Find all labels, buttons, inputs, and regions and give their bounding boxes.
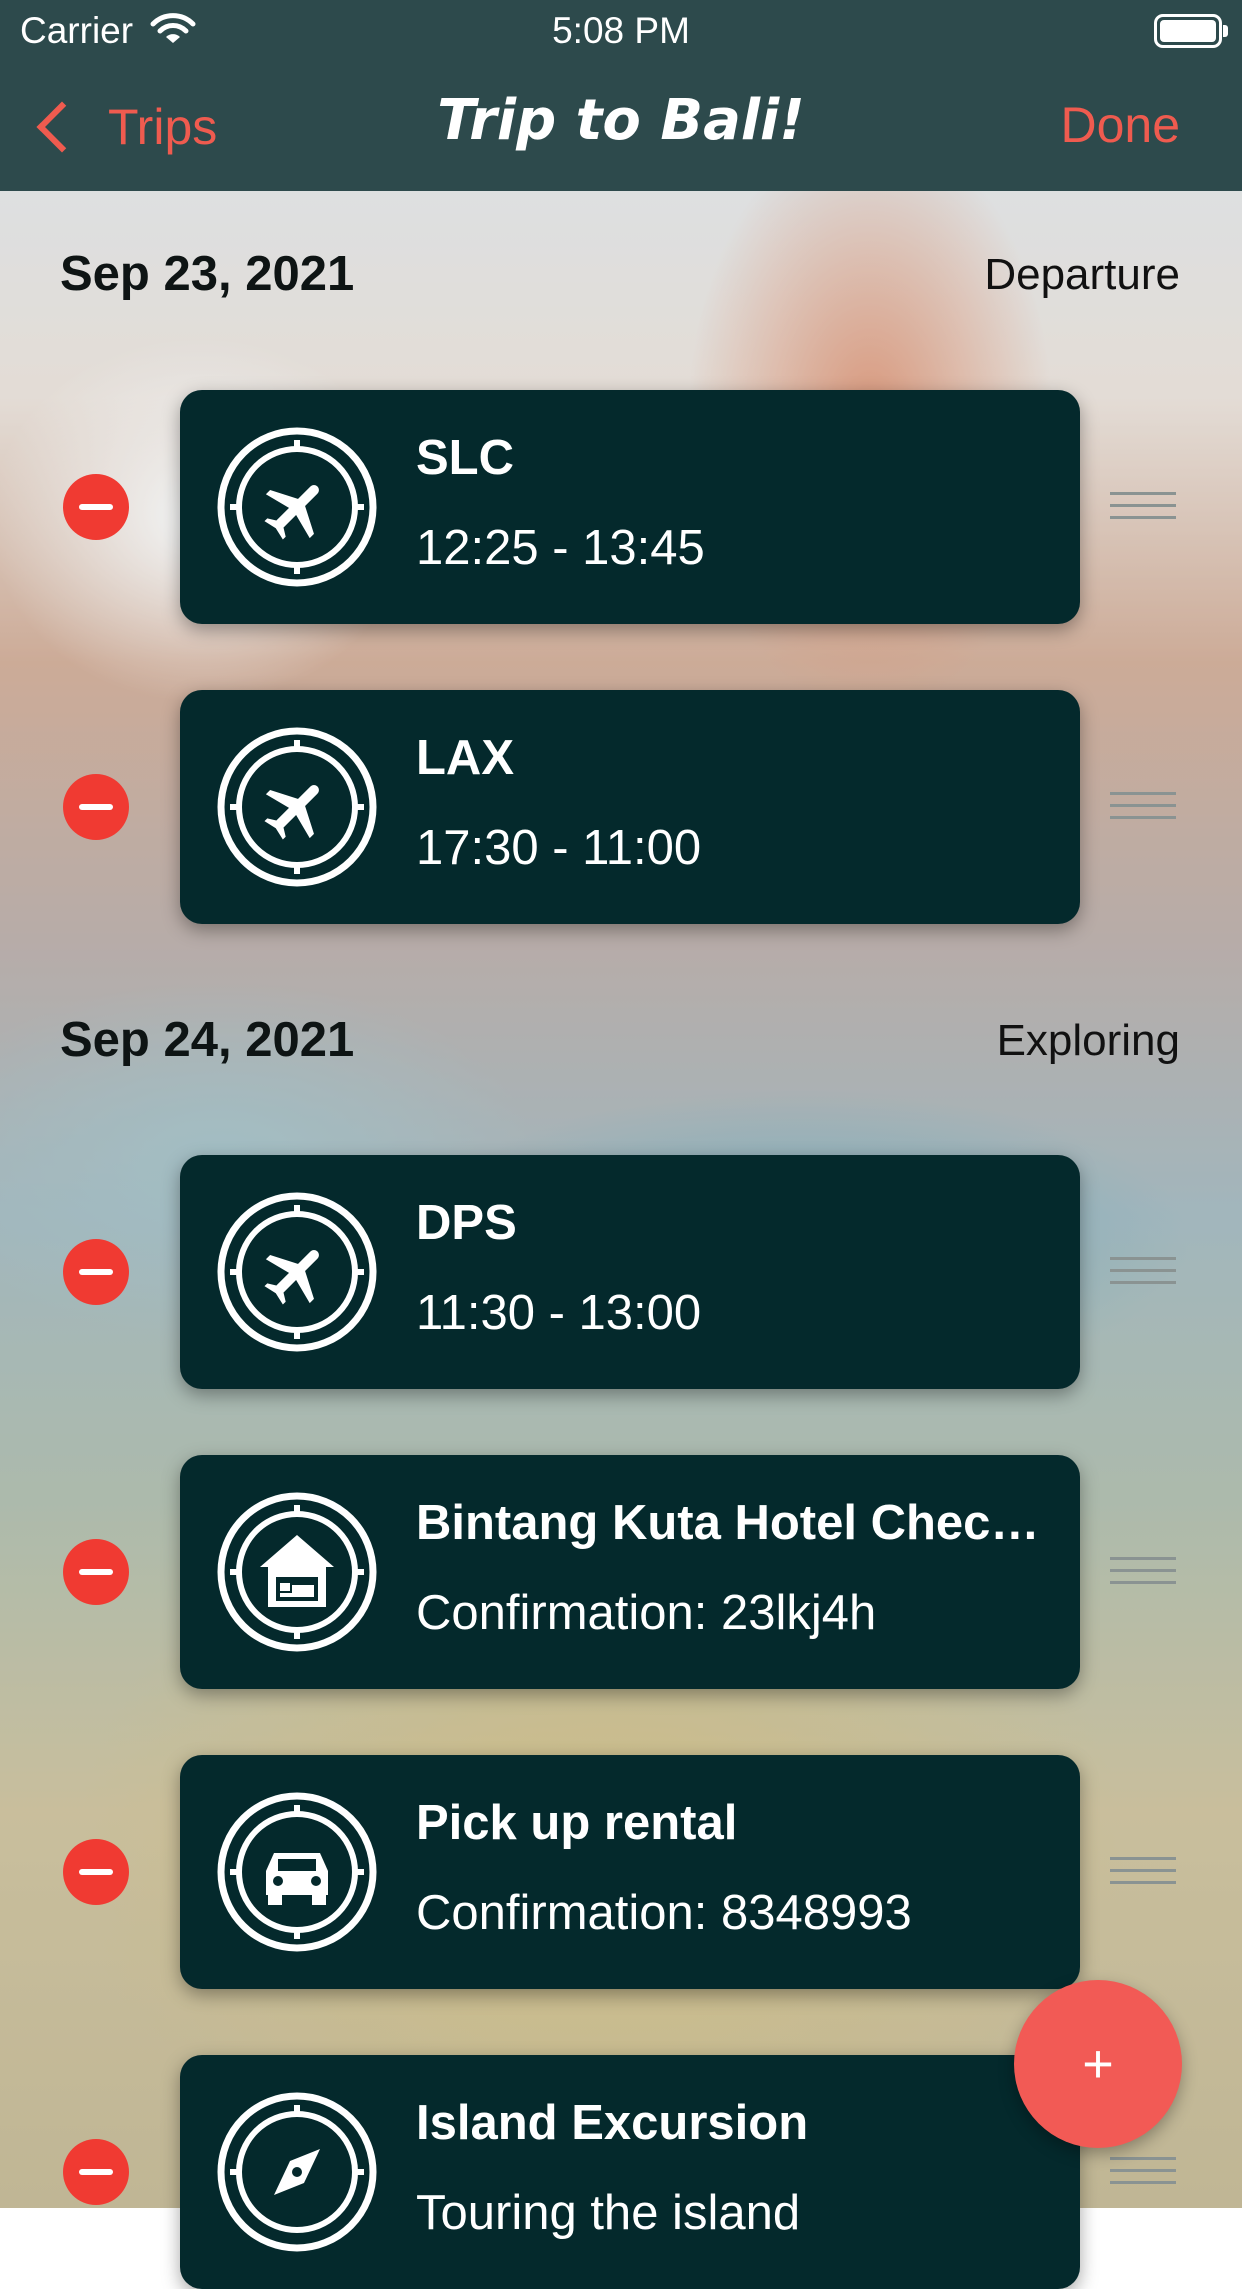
itinerary-card[interactable]: DPS 11:30 - 13:00 [180,1155,1080,1389]
delete-button[interactable] [63,2139,129,2205]
reorder-handle-icon[interactable] [1110,1257,1176,1287]
itinerary-card[interactable]: Island Excursion Touring the island [180,2055,1080,2289]
item-title: Bintang Kuta Hotel Check-in [416,1496,1056,1550]
reorder-handle-icon[interactable] [1110,492,1176,522]
status-time: 5:08 PM [552,10,690,51]
list-item[interactable]: Pick up rental Confirmation: 8348993 [0,1755,1242,1989]
done-button[interactable]: Done [1060,96,1180,154]
list-item[interactable]: LAX 17:30 - 11:00 [0,690,1242,924]
airplane-icon [216,1191,378,1353]
reorder-handle-icon[interactable] [1110,1857,1176,1887]
item-title: SLC [416,431,514,485]
airplane-icon [216,726,378,888]
itinerary-card[interactable]: SLC 12:25 - 13:45 [180,390,1080,624]
delete-button[interactable] [63,1539,129,1605]
item-subtitle: 17:30 - 11:00 [416,821,702,875]
reorder-handle-icon[interactable] [1110,2157,1176,2187]
item-title: DPS [416,1196,517,1250]
add-item-button[interactable]: + [1014,1980,1182,2148]
item-title: Pick up rental [416,1796,738,1850]
itinerary-card[interactable]: Pick up rental Confirmation: 8348993 [180,1755,1080,1989]
airplane-icon [216,426,378,588]
item-subtitle: Confirmation: 8348993 [416,1886,912,1940]
itinerary-card[interactable]: Bintang Kuta Hotel Check-in Confirmation… [180,1455,1080,1689]
list-item[interactable]: Bintang Kuta Hotel Check-in Confirmation… [0,1455,1242,1689]
delete-button[interactable] [63,1839,129,1905]
section-date: Sep 23, 2021 [60,247,355,301]
battery-icon [1154,14,1228,48]
delete-button[interactable] [63,474,129,540]
status-bar: Carrier 5:08 PM [0,0,1242,62]
delete-button[interactable] [63,774,129,840]
reorder-handle-icon[interactable] [1110,792,1176,822]
item-title: LAX [416,731,514,785]
itinerary-card[interactable]: LAX 17:30 - 11:00 [180,690,1080,924]
compass-icon [216,2091,378,2253]
list-item[interactable]: DPS 11:30 - 13:00 [0,1155,1242,1389]
reorder-handle-icon[interactable] [1110,1557,1176,1587]
section-label: Exploring [996,1016,1180,1065]
item-subtitle: Touring the island [416,2186,801,2240]
list-item[interactable]: SLC 12:25 - 13:45 [0,390,1242,624]
page-title: Trip to Bali! [437,88,805,153]
delete-button[interactable] [63,1239,129,1305]
item-title: Island Excursion [416,2096,809,2150]
car-icon [216,1791,378,1953]
item-subtitle: 12:25 - 13:45 [416,521,705,575]
section-date: Sep 24, 2021 [60,1013,355,1067]
item-subtitle: 11:30 - 13:00 [416,1286,702,1340]
hotel-icon [216,1491,378,1653]
item-subtitle: Confirmation: 23lkj4h [416,1586,877,1640]
navigation-bar: Carrier 5:08 PM Trips Trip to Bali! Done [0,0,1242,191]
section-label: Departure [984,250,1180,299]
